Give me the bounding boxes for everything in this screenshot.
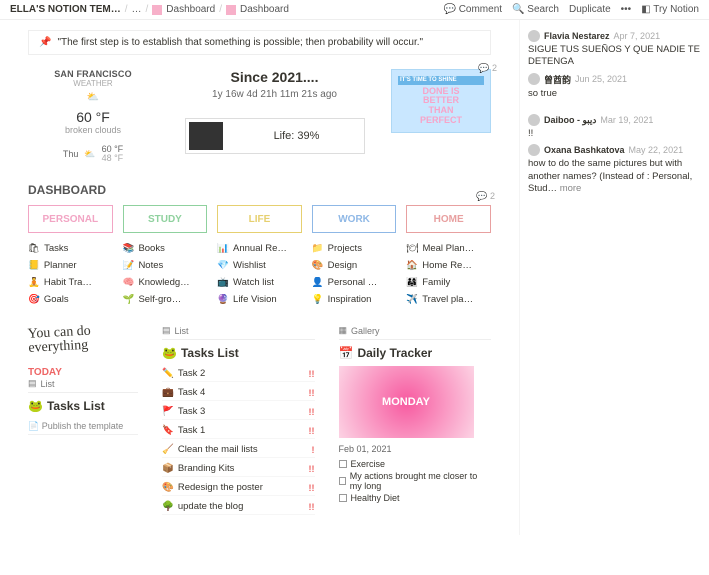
task-row[interactable]: 📄 Publish the template <box>28 419 138 435</box>
script-art: You can doeverything <box>27 322 138 356</box>
category-link[interactable]: 💡Inspiration <box>312 294 397 305</box>
category-link[interactable]: 📊Annual Re… <box>217 243 302 254</box>
view-tab-list[interactable]: ▤ List <box>162 325 315 340</box>
pin-icon: 📌 <box>39 37 51 48</box>
tracker-card[interactable]: MONDAY <box>339 366 474 438</box>
task-row[interactable]: 📦Branding Kits!! <box>162 461 315 477</box>
task-row[interactable]: 🚩Task 3!! <box>162 404 315 420</box>
comment-thread[interactable]: Flavia NestarezApr 7, 2021SIGUE TUS SUEÑ… <box>528 30 701 100</box>
task-row[interactable]: 🎨Redesign the poster!! <box>162 480 315 496</box>
task-row[interactable]: 🧹Clean the mail lists! <box>162 442 315 458</box>
tracker-checkbox[interactable]: My actions brought me closer to my long <box>339 470 492 492</box>
workspace-title: ELLA'S NOTION TEM… <box>10 4 121 15</box>
tasks-list-block: ▤ List 🐸Tasks List ✏️Task 2!!💼Task 4!!🚩T… <box>162 325 315 515</box>
page-icon <box>226 5 236 15</box>
task-row[interactable]: 🔖Task 1!! <box>162 423 315 439</box>
avatar <box>528 73 540 85</box>
view-tab-list[interactable]: ▤ List <box>28 378 138 393</box>
avatar <box>528 144 540 156</box>
category-header[interactable]: STUDY <box>123 205 208 233</box>
category-link[interactable]: 📚Books <box>123 243 208 254</box>
comment-thread[interactable]: Daiboo - ديبوMar 19, 2021!!Oxana Bashkat… <box>528 114 701 195</box>
comment-count[interactable]: 💬 2 <box>476 191 495 202</box>
weather-mini-icon: ⛅ <box>84 149 95 160</box>
motivation-card: 💬 2 IT'S TIME TO SHINE DONE ISBETTERTHAN… <box>391 69 491 133</box>
category-header[interactable]: LIFE <box>217 205 302 233</box>
category-link[interactable]: 👤Personal … <box>312 277 397 288</box>
topbar: ELLA'S NOTION TEM… /… /Dashboard /Dashbo… <box>0 0 709 20</box>
category-header[interactable]: HOME <box>406 205 491 233</box>
category-link[interactable]: 📁Projects <box>312 243 397 254</box>
comment-button[interactable]: 💬 Comment <box>443 4 502 15</box>
category-row: PERSONAL 🛍Tasks 📒Planner 🧘Habit Tra… 🎯Goals S… <box>28 205 491 305</box>
weather-icon: ⛅ <box>28 92 158 103</box>
category-link[interactable]: 🛍Tasks <box>28 243 113 254</box>
view-tab-gallery[interactable]: ▦ Gallery <box>339 325 492 340</box>
task-row[interactable]: ✏️Task 2!! <box>162 366 315 382</box>
comments-sidebar: Flavia NestarezApr 7, 2021SIGUE TUS SUEÑ… <box>519 20 709 535</box>
try-notion-button[interactable]: ◧ Try Notion <box>641 4 699 15</box>
tracker-checkbox[interactable]: Healthy Diet <box>339 492 492 504</box>
quote-text: "The first step is to establish that som… <box>57 37 423 48</box>
daily-tracker-block: ▦ Gallery 📅Daily Tracker MONDAY Feb 01, … <box>339 325 492 515</box>
category-link[interactable]: 🍽Meal Plan… <box>406 243 491 254</box>
category-link[interactable]: 🧘Habit Tra… <box>28 277 113 288</box>
life-progress: Life: 39% <box>185 118 365 154</box>
avatar <box>528 114 540 126</box>
dashboard-heading: DASHBOARD <box>28 183 491 197</box>
today-section: TODAY ▤ List 🐸Tasks List 📄 Publish the t… <box>28 367 138 435</box>
avatar <box>528 30 540 42</box>
more-icon[interactable]: ••• <box>621 4 632 15</box>
quote-box: 📌 "The first step is to establish that s… <box>28 30 491 55</box>
comment-count[interactable]: 💬 2 <box>478 63 497 74</box>
search-button[interactable]: 🔍 Search <box>512 4 559 15</box>
task-row[interactable]: 💼Task 4!! <box>162 385 315 401</box>
category-link[interactable]: 📺Watch list <box>217 277 302 288</box>
topbar-actions: 💬 Comment 🔍 Search Duplicate ••• ◧ Try N… <box>443 4 699 15</box>
page-icon <box>152 5 162 15</box>
task-row[interactable]: 🌳update the blog!! <box>162 499 315 515</box>
category-link[interactable]: 🏠Home Re… <box>406 260 491 271</box>
category-link[interactable]: 💎Wishlist <box>217 260 302 271</box>
breadcrumb[interactable]: ELLA'S NOTION TEM… /… /Dashboard /Dashbo… <box>10 4 437 15</box>
category-link[interactable]: 🔮Life Vision <box>217 294 302 305</box>
category-link[interactable]: 🎯Goals <box>28 294 113 305</box>
category-link[interactable]: 🧠Knowledg… <box>123 277 208 288</box>
category-link[interactable]: 🎨Design <box>312 260 397 271</box>
category-link[interactable]: 👨‍👩‍👧Family <box>406 277 491 288</box>
category-link[interactable]: 📒Planner <box>28 260 113 271</box>
category-header[interactable]: PERSONAL <box>28 205 113 233</box>
category-link[interactable]: 📝Notes <box>123 260 208 271</box>
tracker-checkbox[interactable]: Exercise <box>339 458 492 470</box>
category-link[interactable]: 🌱Self-gro… <box>123 294 208 305</box>
weather-widget: SAN FRANCISCO WEATHER ⛅ 60 °F broken clo… <box>28 69 158 163</box>
category-header[interactable]: WORK <box>312 205 397 233</box>
duplicate-button[interactable]: Duplicate <box>569 4 611 15</box>
category-link[interactable]: ✈️Travel pla… <box>406 294 491 305</box>
time-since-widget: Since 2021.... 1y 16w 4d 21h 11m 21s ago… <box>174 69 375 154</box>
